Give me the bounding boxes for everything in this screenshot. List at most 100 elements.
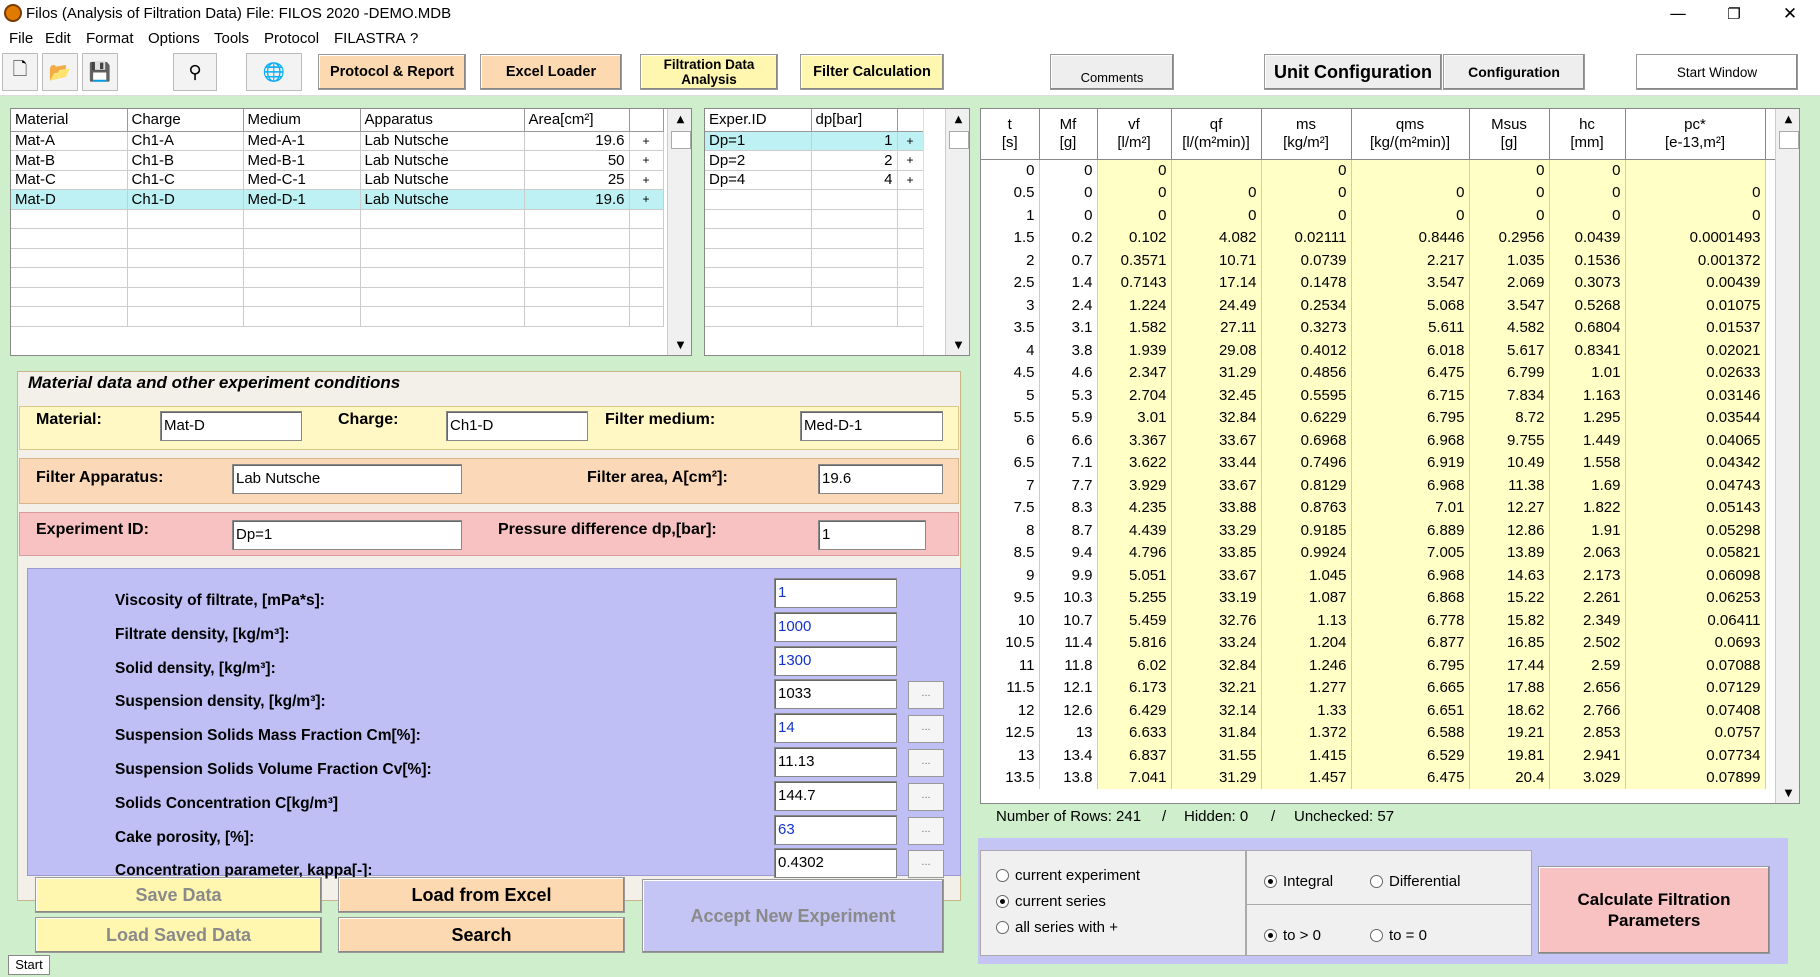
- table-cell[interactable]: Dp=4: [705, 170, 812, 190]
- table-cell[interactable]: 7: [981, 474, 1040, 497]
- table-cell[interactable]: Lab Nutsche: [360, 170, 525, 190]
- table-cell[interactable]: 0.8446: [1351, 226, 1470, 249]
- table-cell[interactable]: 6.968: [1351, 429, 1470, 452]
- include-flag[interactable]: +: [629, 189, 664, 210]
- table-cell[interactable]: 6.968: [1351, 564, 1470, 587]
- table-cell[interactable]: Ch1-B: [127, 150, 244, 171]
- table-cell[interactable]: 2.941: [1549, 744, 1626, 767]
- table-cell[interactable]: 10.49: [1469, 451, 1550, 474]
- column-header[interactable]: pc* [e-13,m²]: [1625, 109, 1766, 159]
- table-row[interactable]: [11, 209, 664, 229]
- table-cell[interactable]: 0: [1351, 181, 1470, 204]
- table-cell[interactable]: 9.9: [1039, 564, 1098, 587]
- table-row[interactable]: 6 6.6 3.367 33.67 0.6968 6.968 9.755 1.449 0.040…: [981, 429, 1792, 452]
- table-cell[interactable]: 0: [1097, 181, 1172, 204]
- table-row[interactable]: 12 12.6 6.429 32.14 1.33 6.651 18.62 2.766 0.074…: [981, 699, 1792, 722]
- table-row[interactable]: 7.5 8.3 4.235 33.88 0.8763 7.01 12.27 1.822 0.05…: [981, 496, 1792, 519]
- table-row[interactable]: 11 11.8 6.02 32.84 1.246 6.795 17.44 2.59 0.0708…: [981, 654, 1792, 677]
- to-greater-zero-radio[interactable]: to > 0: [1264, 926, 1321, 944]
- table-cell[interactable]: 0: [1625, 181, 1766, 204]
- radio-empty-icon[interactable]: [996, 920, 1009, 934]
- table-row[interactable]: 13 13.4 6.837 31.55 1.415 6.529 19.81 2.941 0.07…: [981, 744, 1792, 767]
- table-cell[interactable]: 0.5: [981, 181, 1040, 204]
- property-input[interactable]: 144.7: [774, 780, 897, 811]
- table-cell[interactable]: 0.7: [1039, 249, 1098, 272]
- table-cell[interactable]: [1351, 159, 1470, 182]
- include-flag[interactable]: +: [629, 131, 664, 151]
- table-cell[interactable]: 0: [1469, 204, 1550, 227]
- table-cell[interactable]: 1.163: [1549, 384, 1626, 407]
- accept-new-experiment-button[interactable]: Accept New Experiment: [642, 879, 944, 953]
- table-cell[interactable]: 18.62: [1469, 699, 1550, 722]
- table-cell[interactable]: 1.4: [1039, 271, 1098, 294]
- table-cell[interactable]: 5.051: [1097, 564, 1172, 587]
- table-cell[interactable]: 0.07408: [1625, 699, 1766, 722]
- table-cell[interactable]: 0.04743: [1625, 474, 1766, 497]
- calculate-value-button[interactable]: ...: [908, 782, 944, 811]
- table-cell[interactable]: 5.3: [1039, 384, 1098, 407]
- table-cell[interactable]: 0.6804: [1549, 316, 1626, 339]
- table-cell[interactable]: 0.4856: [1261, 361, 1352, 384]
- table-cell[interactable]: 11.4: [1039, 631, 1098, 654]
- filter-calculation-button[interactable]: Filter Calculation: [800, 54, 944, 90]
- table-cell[interactable]: 0.5268: [1549, 294, 1626, 317]
- table-cell[interactable]: 12.1: [1039, 676, 1098, 699]
- table-cell[interactable]: 13: [1039, 721, 1098, 744]
- table-cell[interactable]: 0.2956: [1469, 226, 1550, 249]
- table-cell[interactable]: 3.622: [1097, 451, 1172, 474]
- table-cell[interactable]: 0.0757: [1625, 721, 1766, 744]
- table-cell[interactable]: 3.5: [981, 316, 1040, 339]
- table-cell[interactable]: Mat-C: [11, 170, 128, 190]
- table-row[interactable]: Mat-C Ch1-C Med-C-1 Lab Nutsche 25 +: [11, 170, 664, 190]
- table-cell[interactable]: 27.11: [1171, 316, 1262, 339]
- table-cell[interactable]: 0: [1351, 204, 1470, 227]
- table-cell[interactable]: 50: [524, 150, 630, 171]
- table-cell[interactable]: 31.29: [1171, 766, 1262, 789]
- table-cell[interactable]: 0.1536: [1549, 249, 1626, 272]
- menu-file[interactable]: File: [9, 30, 33, 47]
- table-cell[interactable]: 6.173: [1097, 676, 1172, 699]
- table-cell[interactable]: 4: [981, 339, 1040, 362]
- table-row[interactable]: [11, 228, 664, 249]
- table-row[interactable]: 1.5 0.2 0.102 4.082 0.02111 0.8446 0.2956 0.043…: [981, 226, 1792, 249]
- table-cell[interactable]: 2.347: [1097, 361, 1172, 384]
- table-cell[interactable]: 6.651: [1351, 699, 1470, 722]
- column-header[interactable]: Area[cm²]: [524, 109, 630, 131]
- table-cell[interactable]: 0.0439: [1549, 226, 1626, 249]
- table-cell[interactable]: 0.05143: [1625, 496, 1766, 519]
- table-cell[interactable]: 0: [1549, 204, 1626, 227]
- table-cell[interactable]: 3.547: [1469, 294, 1550, 317]
- table-cell[interactable]: 0.01075: [1625, 294, 1766, 317]
- menu-format[interactable]: Format: [86, 30, 134, 47]
- table-cell[interactable]: Ch1-C: [127, 170, 244, 190]
- column-header[interactable]: qf [l/(m²min)]: [1171, 109, 1262, 159]
- table-cell[interactable]: 0.6229: [1261, 406, 1352, 429]
- close-button[interactable]: ✕: [1762, 0, 1818, 28]
- table-cell[interactable]: 33.24: [1171, 631, 1262, 654]
- table-cell[interactable]: 13.8: [1039, 766, 1098, 789]
- table-cell[interactable]: 1.582: [1097, 316, 1172, 339]
- table-cell[interactable]: 33.67: [1171, 474, 1262, 497]
- table-cell[interactable]: 2.656: [1549, 676, 1626, 699]
- table-cell[interactable]: 0: [1039, 204, 1098, 227]
- table-row[interactable]: 11.5 12.1 6.173 32.21 1.277 6.665 17.88 2.656 0.…: [981, 676, 1792, 699]
- column-header[interactable]: vf [l/m²]: [1097, 109, 1172, 159]
- table-cell[interactable]: 3: [981, 294, 1040, 317]
- table-row[interactable]: [705, 287, 924, 307]
- table-cell[interactable]: 3.8: [1039, 339, 1098, 362]
- include-flag[interactable]: +: [897, 131, 924, 151]
- table-cell[interactable]: 6.475: [1351, 361, 1470, 384]
- table-cell[interactable]: Med-B-1: [243, 150, 361, 171]
- table-cell[interactable]: 1.224: [1097, 294, 1172, 317]
- filter-area-input[interactable]: 19.6: [818, 464, 943, 494]
- table-cell[interactable]: 3.929: [1097, 474, 1172, 497]
- table-cell[interactable]: 3.367: [1097, 429, 1172, 452]
- table-cell[interactable]: 0: [1097, 159, 1172, 182]
- table-cell[interactable]: 12.86: [1469, 519, 1550, 542]
- table-cell[interactable]: 33.44: [1171, 451, 1262, 474]
- table-cell[interactable]: 0.3571: [1097, 249, 1172, 272]
- scope-radio[interactable]: current experiment: [996, 866, 1140, 884]
- table-cell[interactable]: 0.9185: [1261, 519, 1352, 542]
- property-input[interactable]: 1300: [774, 645, 897, 676]
- excel-loader-button[interactable]: Excel Loader: [480, 54, 622, 90]
